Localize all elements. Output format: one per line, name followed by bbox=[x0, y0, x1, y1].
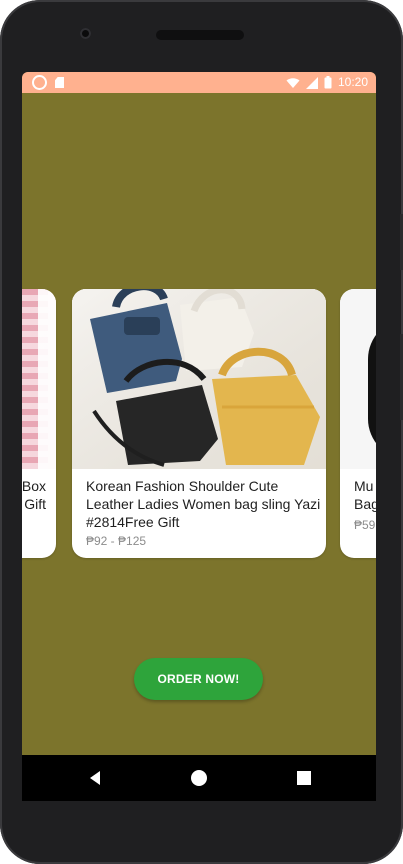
wifi-icon bbox=[286, 77, 300, 88]
speaker-grille bbox=[156, 30, 244, 40]
circle-icon bbox=[32, 75, 47, 90]
product-price-next: ₱59 bbox=[354, 518, 376, 532]
product-card-next[interactable]: Mu Bag ₱59 bbox=[340, 289, 376, 558]
product-image-previous bbox=[22, 289, 56, 469]
bags-photo bbox=[72, 289, 326, 469]
status-time: 10:20 bbox=[337, 75, 368, 89]
home-icon[interactable] bbox=[190, 769, 208, 787]
app-screen: 10:20 Box Gift Korean Fashion Shoulder C… bbox=[22, 72, 376, 755]
product-title-previous: Box Gift bbox=[22, 478, 46, 512]
order-now-button[interactable]: ORDER NOW! bbox=[134, 658, 263, 700]
status-right-icons: 10:20 bbox=[286, 75, 368, 90]
product-card-previous[interactable]: Box Gift bbox=[22, 289, 56, 558]
phone-frame: 10:20 Box Gift Korean Fashion Shoulder C… bbox=[0, 0, 403, 864]
main-content: Box Gift Korean Fashion Shoulder Cute Le… bbox=[22, 93, 376, 755]
product-image-next bbox=[340, 289, 376, 469]
product-title-next: Mu Bag bbox=[354, 478, 376, 512]
system-navigation-bar bbox=[22, 755, 376, 801]
product-card-current[interactable]: Korean Fashion Shoulder Cute Leather Lad… bbox=[72, 289, 326, 558]
recents-icon[interactable] bbox=[295, 769, 313, 787]
signal-icon bbox=[305, 76, 318, 89]
status-left-icons bbox=[32, 75, 64, 90]
product-image-current bbox=[72, 289, 326, 469]
front-camera bbox=[80, 28, 91, 39]
status-bar: 10:20 bbox=[22, 72, 376, 93]
back-icon[interactable] bbox=[86, 769, 104, 787]
product-title-current: Korean Fashion Shoulder Cute Leather Lad… bbox=[86, 478, 321, 530]
battery-icon bbox=[324, 76, 332, 89]
sim-icon bbox=[55, 77, 64, 88]
product-price-current: ₱92 - ₱125 bbox=[86, 534, 147, 548]
